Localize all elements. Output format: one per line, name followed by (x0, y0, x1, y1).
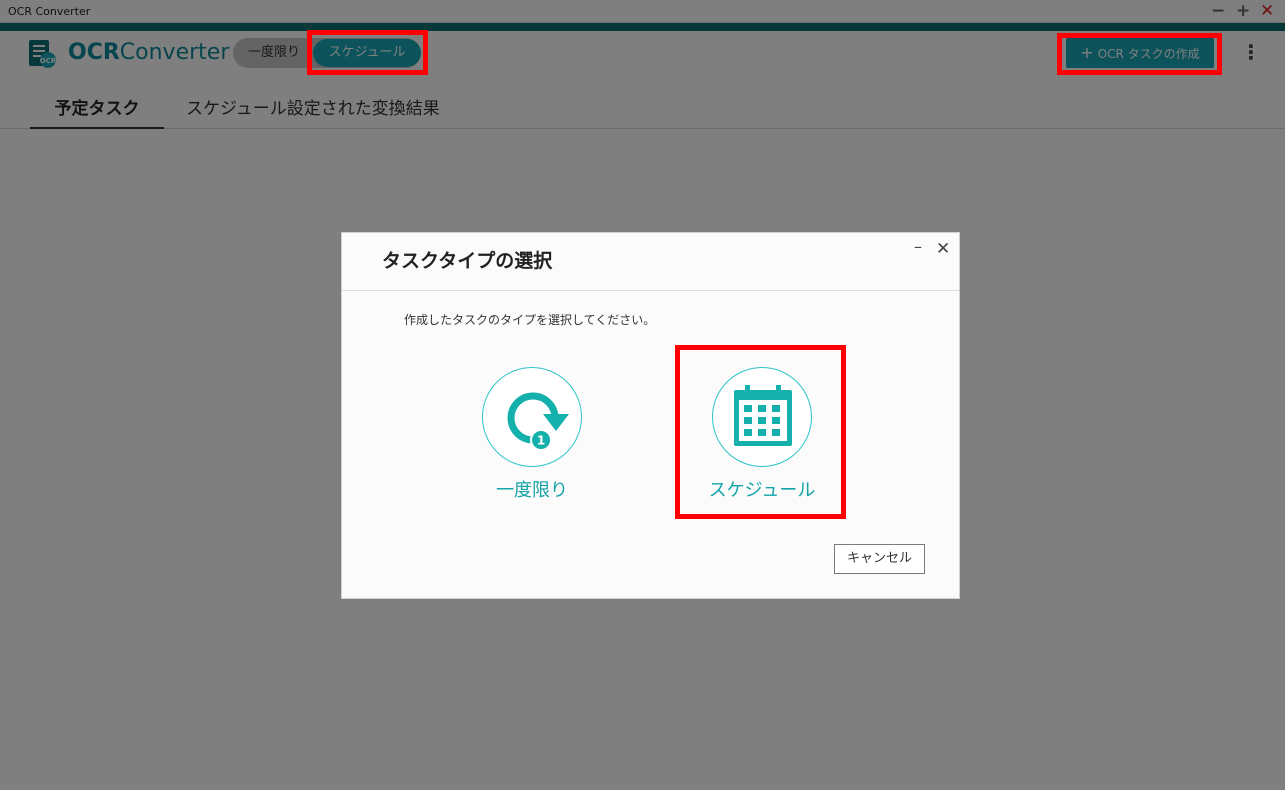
option-once-label: 一度限り (496, 480, 568, 501)
dialog-prompt: 作成したタスクのタイプを選択してください。 (404, 313, 656, 327)
option-schedule[interactable]: スケジュール (682, 367, 842, 507)
dialog-close-icon[interactable]: ✕ (936, 239, 950, 259)
task-type-dialog: タスクタイプの選択 – ✕ 作成したタスクのタイプを選択してください。 1 一度… (341, 232, 960, 599)
dialog-title: タスクタイプの選択 (382, 250, 553, 272)
once-circle: 1 (482, 367, 582, 467)
schedule-circle (712, 367, 812, 467)
cancel-button[interactable]: キャンセル (834, 544, 925, 574)
option-schedule-label: スケジュール (708, 480, 816, 501)
dialog-minimize-icon[interactable]: – (914, 237, 922, 256)
circular-arrow-once-icon: 1 (507, 392, 569, 451)
calendar-icon (734, 385, 792, 446)
option-once[interactable]: 1 一度限り (482, 367, 582, 507)
once-badge: 1 (537, 434, 545, 448)
dialog-divider (342, 290, 959, 291)
